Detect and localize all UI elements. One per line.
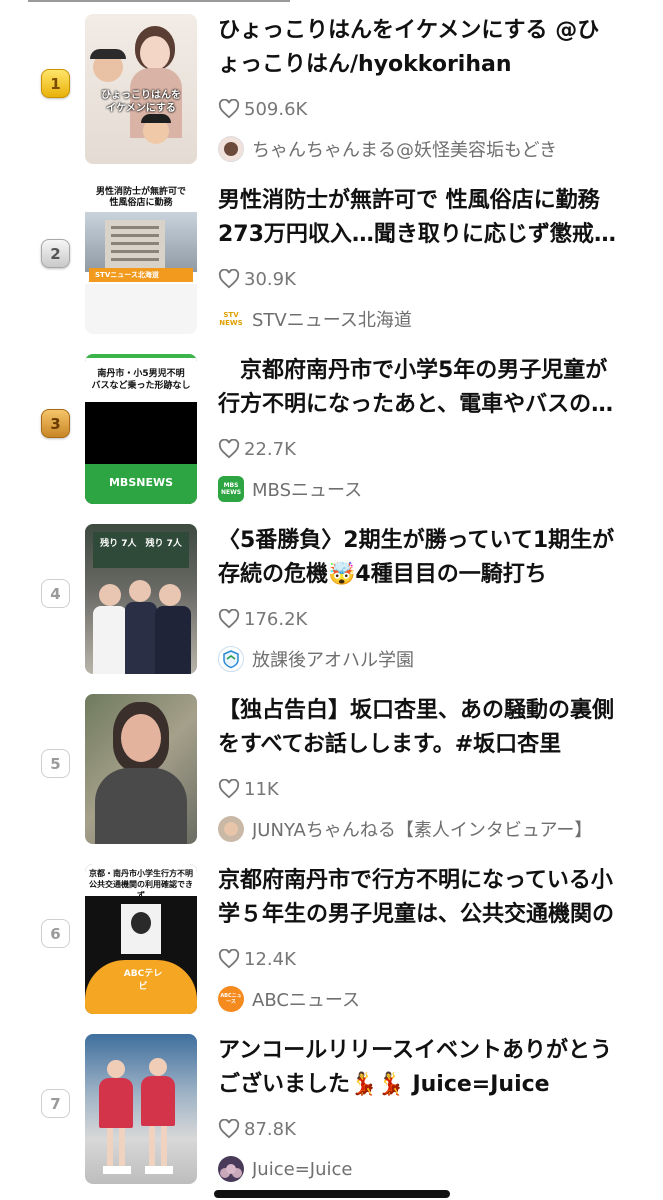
school-crest-icon (223, 650, 239, 669)
likes-count: 176.2K (244, 608, 308, 630)
list-item[interactable]: 7 アンコールリリースイベントありがとうございました💃💃 Juice=Juice… (0, 1032, 663, 1200)
channel-avatar (218, 1156, 244, 1182)
heart-outline-icon (218, 269, 240, 289)
list-item[interactable]: 3 南丹市・小5男児不明 バスなど乗った形跡なし MBSNEWS 京都府南丹市で… (0, 352, 663, 522)
thumbnail-caption: 南丹市・小5男児不明 バスなど乗った形跡なし (91, 369, 191, 391)
rank-badge: 2 (41, 239, 70, 268)
thumbnail-caption: 京都・南丹市小学生行方不明 公共交通機関の利用確認できず (89, 869, 193, 900)
video-thumbnail[interactable]: 南丹市・小5男児不明 バスなど乗った形跡なし MBSNEWS (85, 354, 197, 504)
video-title[interactable]: 〈5番勝負〉2期生が勝っていて1期生が存続の危機🤯4種目目の一騎打ち (218, 524, 618, 592)
likes-count: 30.9K (244, 268, 296, 290)
list-item[interactable]: 5 【独占告白】坂口杏里、あの騒動の裏側をすべてお話しします。#坂口杏里 11K… (0, 692, 663, 862)
heart-outline-icon (218, 99, 240, 119)
channel-avatar: STV NEWS (218, 306, 244, 332)
video-title[interactable]: 京都府南丹市で小学5年の男子児童が行方不明になったあと、電車やバスの利用 (218, 354, 618, 422)
thumbnail-banner: ABCテレビ (123, 969, 163, 992)
thumbnail-caption: 男性消防士が無許可で 性風俗店に勤務 (95, 187, 186, 208)
channel-row[interactable]: MBS NEWS MBSニュース (218, 475, 628, 503)
video-title[interactable]: 京都府南丹市で行方不明になっている小学５年生の男子児童は、公共交通機関の (218, 864, 618, 932)
rank-badge: 3 (41, 409, 70, 438)
likes-count: 12.4K (244, 948, 296, 970)
channel-row[interactable]: ABCニュース ABCニュース (218, 985, 628, 1013)
channel-row[interactable]: JUNYAちゃんねる【素人インタビュアー】 (218, 815, 628, 843)
thumbnail-caption: ひょっこりはんを イケメンにする (101, 90, 181, 114)
channel-avatar: ABCニュース (218, 986, 244, 1012)
channel-name: STVニュース北海道 (252, 310, 412, 331)
video-thumbnail[interactable]: 男性消防士が無許可で 性風俗店に勤務 STVニュース北海道 (85, 184, 197, 334)
likes-count: 509.6K (244, 98, 308, 120)
channel-row[interactable]: ちゃんちゃんまる@妖怪美容垢もどき (218, 135, 628, 163)
heart-outline-icon (218, 779, 240, 799)
video-thumbnail[interactable]: 残り 7人 残り 7人 (85, 524, 197, 674)
list-item[interactable]: 1 ひょっこりはんを イケメンにする ひょっこりはんをイケメンにする @ひょっこ… (0, 12, 663, 182)
video-thumbnail[interactable]: ひょっこりはんを イケメンにする (85, 14, 197, 164)
heart-outline-icon (218, 949, 240, 969)
top-divider (28, 0, 290, 2)
rank-badge: 5 (41, 749, 70, 778)
channel-avatar (218, 646, 244, 672)
list-item[interactable]: 4 残り 7人 残り 7人 〈5番勝負〉2期生が勝っていて1期生が存続の危機🤯4… (0, 522, 663, 692)
rank-badge: 7 (41, 1089, 70, 1118)
rank-badge: 1 (41, 69, 70, 98)
video-thumbnail[interactable] (85, 694, 197, 844)
likes-count-row: 11K (218, 776, 279, 802)
heart-outline-icon (218, 609, 240, 629)
video-title[interactable]: 男性消防士が無許可で 性風俗店に勤務 273万円収入…聞き取りに応じず懲戒処分 (218, 184, 618, 252)
video-title[interactable]: アンコールリリースイベントありがとうございました💃💃 Juice=Juice (218, 1034, 618, 1102)
likes-count-row: 87.8K (218, 1116, 296, 1142)
channel-avatar (218, 816, 244, 842)
likes-count-row: 22.7K (218, 436, 296, 462)
video-title[interactable]: ひょっこりはんをイケメンにする @ひょっこりはん/hyokkorihan (218, 14, 618, 82)
likes-count-row: 12.4K (218, 946, 296, 972)
channel-name: ちゃんちゃんまる@妖怪美容垢もどき (252, 140, 558, 161)
channel-name: MBSニュース (252, 480, 363, 501)
video-thumbnail[interactable] (85, 1034, 197, 1184)
channel-name: Juice=Juice (252, 1158, 353, 1180)
rank-badge: 4 (41, 579, 70, 608)
channel-avatar: MBS NEWS (218, 476, 244, 502)
channel-name: 放課後アオハル学園 (252, 650, 414, 671)
likes-count-row: 30.9K (218, 266, 296, 292)
heart-outline-icon (218, 439, 240, 459)
likes-count: 11K (244, 778, 279, 800)
video-thumbnail[interactable]: 京都・南丹市小学生行方不明 公共交通機関の利用確認できず ABCテレビ (85, 864, 197, 1014)
likes-count-row: 176.2K (218, 606, 307, 632)
heart-outline-icon (218, 1119, 240, 1139)
channel-name: JUNYAちゃんねる【素人インタビュアー】 (252, 820, 593, 841)
list-item[interactable]: 6 京都・南丹市小学生行方不明 公共交通機関の利用確認できず ABCテレビ 京都… (0, 862, 663, 1032)
channel-row[interactable]: 放課後アオハル学園 (218, 645, 628, 673)
channel-row[interactable]: STV NEWS STVニュース北海道 (218, 305, 628, 333)
channel-name: ABCニュース (252, 990, 361, 1011)
thumbnail-caption: 残り 7人 残り 7人 (100, 539, 182, 549)
video-title[interactable]: 【独占告白】坂口杏里、あの騒動の裏側をすべてお話しします。#坂口杏里 (218, 694, 618, 762)
home-indicator[interactable] (214, 1190, 450, 1198)
list-item[interactable]: 2 男性消防士が無許可で 性風俗店に勤務 STVニュース北海道 男性消防士が無許… (0, 182, 663, 352)
likes-count: 22.7K (244, 438, 296, 460)
likes-count: 87.8K (244, 1118, 296, 1140)
thumbnail-banner: STVニュース北海道 (89, 268, 193, 282)
likes-count-row: 509.6K (218, 96, 307, 122)
thumbnail-banner: MBSNEWS (108, 476, 174, 489)
rank-badge: 6 (41, 919, 70, 948)
channel-row[interactable]: Juice=Juice (218, 1155, 628, 1183)
channel-avatar (218, 136, 244, 162)
